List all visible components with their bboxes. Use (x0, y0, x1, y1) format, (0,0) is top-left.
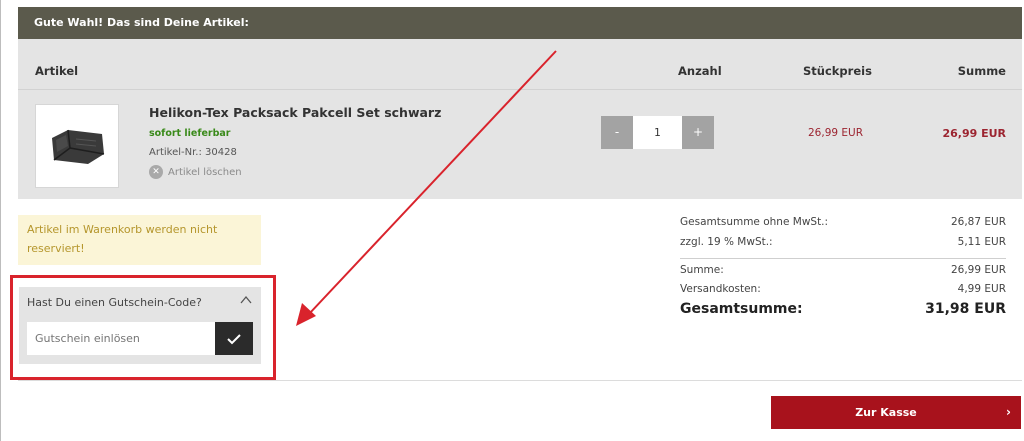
table-divider (18, 89, 1022, 90)
cart-table: Artikel Anzahl Stückpreis Summe Helikon-… (18, 39, 1022, 199)
annotation-highlight-box (10, 275, 276, 380)
summary-label: zzgl. 19 % MwSt.: (680, 236, 773, 248)
product-image[interactable] (35, 104, 119, 188)
summary-row-grand-total: Gesamtsumme: 31,98 EUR (680, 301, 1006, 321)
column-header-article: Artikel (35, 64, 79, 78)
quantity-input[interactable] (633, 116, 682, 149)
close-icon: ✕ (149, 165, 163, 179)
column-header-quantity: Anzahl (678, 64, 722, 78)
article-number: Artikel-Nr.: 30428 (149, 147, 237, 158)
grand-total-label: Gesamtsumme: (680, 301, 803, 317)
unit-price: 26,99 EUR (808, 127, 864, 139)
delete-item-label: Artikel löschen (168, 166, 242, 178)
grand-total-value: 31,98 EUR (925, 301, 1006, 317)
delete-item-link[interactable]: ✕ Artikel löschen (149, 165, 242, 179)
quantity-stepper: - + (601, 116, 714, 149)
summary-value: 5,11 EUR (957, 236, 1006, 248)
chevron-right-icon: › (1006, 405, 1011, 419)
section-divider (18, 380, 1022, 381)
line-total: 26,99 EUR (942, 127, 1006, 140)
summary-label: Versandkosten: (680, 283, 761, 295)
summary-row-subtotal: Summe: 26,99 EUR (680, 264, 1006, 280)
summary-row-net: Gesamtsumme ohne MwSt.: 26,87 EUR (680, 216, 1006, 232)
reservation-notice: Artikel im Warenkorb werden nicht reserv… (18, 215, 261, 265)
window-edge (0, 0, 1, 441)
increase-quantity-button[interactable]: + (682, 116, 714, 149)
summary-label: Summe: (680, 264, 724, 276)
packsack-image-icon (52, 129, 105, 164)
summary-label: Gesamtsumme ohne MwSt.: (680, 216, 829, 228)
summary-value: 26,99 EUR (950, 264, 1006, 276)
cart-header: Gute Wahl! Das sind Deine Artikel: (18, 7, 1022, 39)
column-header-unit-price: Stückpreis (803, 64, 872, 78)
availability-status: sofort lieferbar (149, 128, 231, 139)
summary-value: 26,87 EUR (950, 216, 1006, 228)
summary-value: 4,99 EUR (957, 283, 1006, 295)
summary-row-vat: zzgl. 19 % MwSt.: 5,11 EUR (680, 236, 1006, 252)
decrease-quantity-button[interactable]: - (601, 116, 633, 149)
column-header-total: Summe (957, 64, 1006, 78)
summary-row-shipping: Versandkosten: 4,99 EUR (680, 283, 1006, 299)
summary-divider (680, 258, 1006, 259)
product-name[interactable]: Helikon-Tex Packsack Pakcell Set schwarz (149, 105, 441, 120)
checkout-button[interactable]: Zur Kasse › (771, 396, 1021, 429)
checkout-label: Zur Kasse (855, 406, 917, 419)
